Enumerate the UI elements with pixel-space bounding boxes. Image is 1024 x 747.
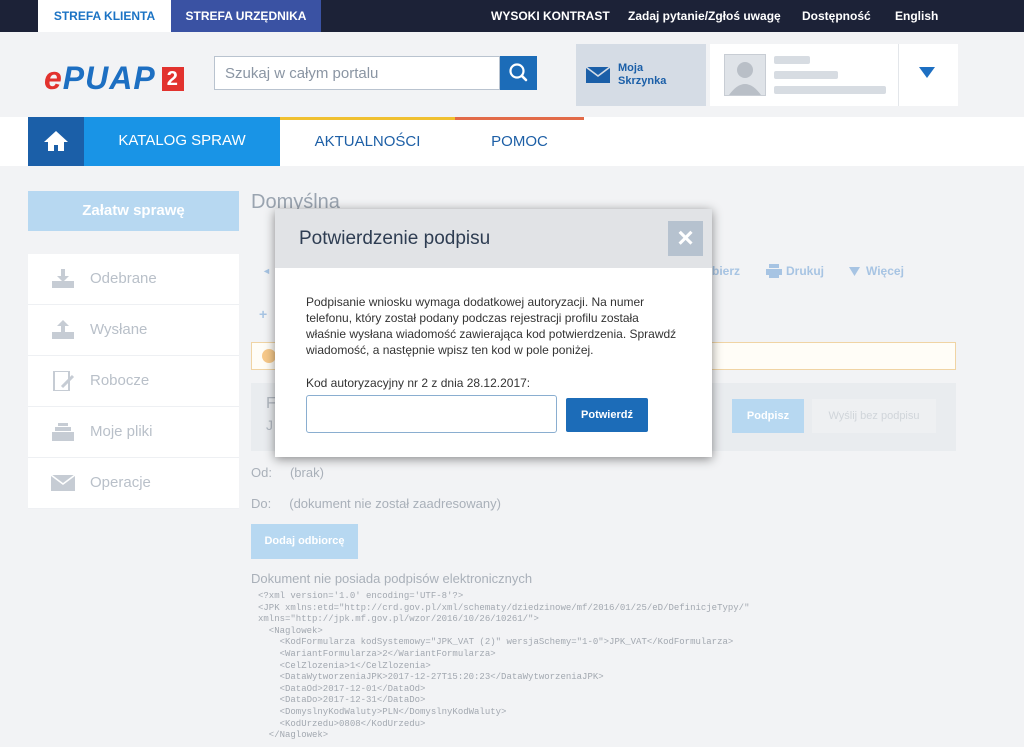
xml-line: <KodUrzedu>0808</KodUrzedu> xyxy=(258,718,426,729)
search-input[interactable] xyxy=(223,57,497,89)
link-high-contrast[interactable]: WYSOKI KONTRAST xyxy=(491,0,610,32)
xml-line: <DataWytworzeniaJPK>2017-12-27T15:20:23<… xyxy=(258,672,604,683)
outbox-upload-icon xyxy=(52,320,74,339)
modal-header: Potwierdzenie podpisu × xyxy=(275,209,712,268)
back-arrow-icon[interactable]: ◄ xyxy=(262,266,271,276)
auth-code-input[interactable] xyxy=(313,396,557,432)
caret-down-icon xyxy=(849,267,860,276)
confirm-button[interactable]: Potwierdź xyxy=(566,398,648,432)
user-menu-divider xyxy=(898,44,899,106)
sidebar-item-odebrane[interactable]: Odebrane xyxy=(28,254,239,305)
zalatw-sprawe-button[interactable]: Załatw sprawę xyxy=(28,191,239,231)
mailbox-button[interactable]: Moja Skrzynka xyxy=(576,44,706,106)
xml-line: <JPK xmlns:etd="http://crd.gov.pl/xml/sc… xyxy=(258,602,750,613)
xml-line: <DataOd>2017-12-01</DataOd> xyxy=(258,683,426,694)
send-unsigned-button[interactable]: Wyślij bez podpisu xyxy=(812,399,936,433)
printer-icon xyxy=(766,264,782,278)
toolbar-pobierz[interactable]: bierz xyxy=(712,264,740,278)
sidebar-item-robocze[interactable]: Robocze xyxy=(28,356,239,407)
xml-line: <DataDo>2017-12-31</DataDo> xyxy=(258,695,426,706)
nav-pomoc[interactable]: POMOC xyxy=(455,117,584,166)
search-button[interactable] xyxy=(500,56,537,90)
home-button[interactable] xyxy=(28,117,84,166)
user-silhouette-icon xyxy=(729,62,761,95)
link-accessibility[interactable]: Dostępność xyxy=(802,0,871,32)
toolbar-drukuj[interactable]: Drukuj xyxy=(766,264,824,278)
envelope-icon xyxy=(50,474,76,491)
search-box xyxy=(214,56,500,90)
sign-button[interactable]: Podpisz xyxy=(732,399,804,433)
from-label: Od: xyxy=(251,465,272,480)
xml-line: <Naglowek> xyxy=(258,625,323,636)
sidebar-item-moje-pliki[interactable]: Moje pliki xyxy=(28,407,239,458)
tab-strefa-urzednika[interactable]: STREFA URZĘDNIKA xyxy=(171,0,321,32)
avatar xyxy=(724,54,766,96)
user-email-blurred xyxy=(774,86,886,94)
from-value: (brak) xyxy=(289,465,324,480)
sidebar-item-operacje[interactable]: Operacje xyxy=(28,458,239,509)
files-stack-icon xyxy=(52,423,74,441)
logo-version-badge: 2 xyxy=(161,67,184,91)
logo-text: PUAP xyxy=(62,60,156,96)
sidebar-item-wyslane[interactable]: Wysłane xyxy=(28,305,239,356)
nav-katalog-spraw[interactable]: KATALOG SPRAW xyxy=(84,117,280,166)
plus-icon[interactable]: + xyxy=(259,306,267,322)
user-name-blurred xyxy=(774,56,810,64)
to-value: (dokument nie został zaadresowany) xyxy=(289,496,501,511)
xml-line: <KodFormularza kodSystemowy="JPK_VAT (2)… xyxy=(258,637,734,648)
epuap-logo[interactable]: ePUAP 2 xyxy=(44,60,184,97)
sidebar-item-label: Operacje xyxy=(90,474,151,491)
link-english[interactable]: English xyxy=(895,0,938,32)
xml-line: <CelZlozenia>1</CelZlozenia> xyxy=(258,660,431,671)
warning-icon xyxy=(262,349,276,363)
xml-line: <WariantFormularza>2</WariantFormularza> xyxy=(258,648,496,659)
modal-close-button[interactable]: × xyxy=(668,221,703,256)
xml-line: </Naglowek> xyxy=(258,730,329,741)
toolbar-drukuj-label: Drukuj xyxy=(786,264,825,278)
home-icon xyxy=(44,131,68,151)
sidebar-item-label: Robocze xyxy=(90,372,150,389)
mailbox-label: Moja Skrzynka xyxy=(618,62,667,87)
no-signatures-text: Dokument nie posiada podpisów elektronic… xyxy=(251,571,533,586)
signature-confirmation-modal: Potwierdzenie podpisu × Podpisanie wnios… xyxy=(275,209,712,457)
envelope-icon xyxy=(586,67,610,83)
search-icon xyxy=(509,63,528,82)
user-menu[interactable] xyxy=(710,44,958,106)
to-label: Do: xyxy=(251,496,272,511)
modal-message: Podpisanie wniosku wymaga dodatkowej aut… xyxy=(306,295,677,357)
logo-e: e xyxy=(44,60,63,96)
sidebar-menu: Odebrane Wysłane Robocze Moje pliki Oper… xyxy=(28,254,239,509)
toolbar-wiecej-label: Więcej xyxy=(866,264,904,278)
chevron-down-icon[interactable] xyxy=(919,67,935,78)
sidebar-item-label: Moje pliki xyxy=(90,423,153,440)
user-surname-blurred xyxy=(774,71,838,79)
xml-line: xmlns="http://jpk.mf.gov.pl/wzor/2016/10… xyxy=(258,614,539,625)
add-recipient-button[interactable]: Dodaj odbiorcę xyxy=(251,524,358,559)
document-subtitle-fragment: J xyxy=(266,417,273,433)
xml-line: <DomyslnyKodWaluty>PLN</DomyslnyKodWalut… xyxy=(258,706,507,717)
inbox-download-icon xyxy=(52,269,74,288)
tab-strefa-klienta[interactable]: STREFA KLIENTA xyxy=(38,0,171,32)
sidebar-item-label: Wysłane xyxy=(90,321,148,338)
nav-aktualnosci[interactable]: AKTUALNOŚCI xyxy=(280,117,455,166)
draft-edit-icon xyxy=(53,371,75,391)
toolbar-wiecej[interactable]: Więcej xyxy=(849,264,904,278)
modal-title: Potwierdzenie podpisu xyxy=(299,228,491,249)
xml-preview: <?xml version='1.0' encoding='UTF-8'?> <J… xyxy=(258,591,749,742)
auth-code-field xyxy=(306,395,557,433)
xml-line: <?xml version='1.0' encoding='UTF-8'?> xyxy=(258,591,464,601)
close-icon: × xyxy=(677,222,694,253)
from-row: Od: (brak) xyxy=(251,465,324,480)
sidebar-item-label: Odebrane xyxy=(90,270,157,287)
link-ask-question[interactable]: Zadaj pytanie/Zgłoś uwagę xyxy=(628,0,781,32)
auth-code-label: Kod autoryzacyjny nr 2 z dnia 28.12.2017… xyxy=(306,376,531,390)
to-row: Do: (dokument nie został zaadresowany) xyxy=(251,496,501,511)
